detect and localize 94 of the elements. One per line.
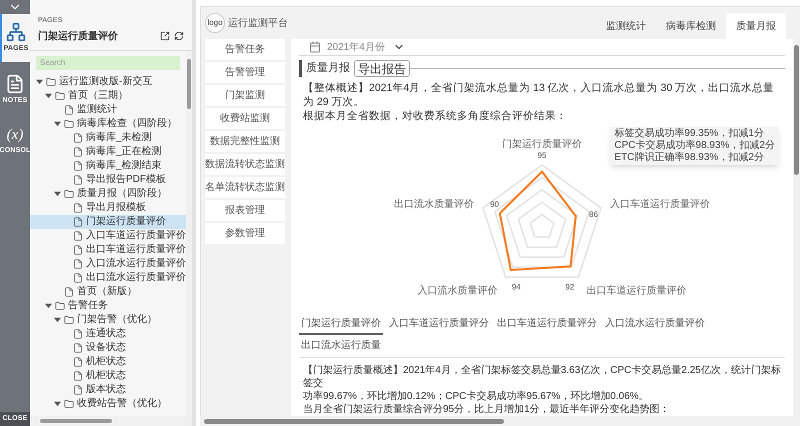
tooltip-line: 标签交易成功率99.35%，扣减1分 <box>614 128 765 140</box>
horizontal-scrollbar[interactable] <box>200 416 800 426</box>
tree-item[interactable]: 质量月报（四阶段） <box>77 186 167 200</box>
axis-label: 出口流水质量评价 <box>394 198 474 210</box>
search-field[interactable]: Search <box>36 56 180 70</box>
page-icon <box>73 356 83 366</box>
axis-label: 入口车道运行质量评价 <box>610 198 710 210</box>
horizontal-scrollbar[interactable] <box>30 416 192 426</box>
page-icon <box>73 160 83 170</box>
page-icon <box>73 230 83 240</box>
nav-tab[interactable]: 质量月报 <box>726 13 786 39</box>
export-button[interactable]: 导出报告 <box>354 60 410 77</box>
axis-label: 门架运行质量评价 <box>502 138 582 150</box>
caret-icon[interactable] <box>54 400 61 407</box>
app-title: 运行监测平台 <box>228 16 288 30</box>
nav-tab[interactable]: 病毒库检测 <box>656 13 726 39</box>
folder-icon <box>64 118 74 128</box>
refresh-icon[interactable] <box>174 31 184 41</box>
page-icon <box>64 104 74 114</box>
folder-icon <box>55 90 65 100</box>
page-icon <box>73 244 83 254</box>
nav-tab[interactable]: 监测统计 <box>596 13 656 39</box>
page-icon <box>73 174 83 184</box>
page-icon <box>73 342 83 352</box>
axis-label: 入口流水质量评价 <box>418 286 498 297</box>
menu-item[interactable]: 收费站监测 <box>205 108 285 129</box>
vertical-scrollbar[interactable] <box>186 50 192 416</box>
panel-title: 门架运行质量评价 <box>38 29 118 44</box>
folder-icon <box>64 398 74 408</box>
page-icon <box>73 384 83 394</box>
detail-text: 当月全省门架运行质量综合评分95分，比上月增加1分，最近半年评分变化趋势图： <box>303 403 671 416</box>
menu-item[interactable]: 门架监测 <box>205 85 285 106</box>
page-icon <box>73 370 83 380</box>
tree-item[interactable]: 门架告警（优化） <box>77 312 157 326</box>
folder-icon <box>55 300 65 310</box>
detail-tab[interactable]: 入口车道运行质量评分 <box>387 313 491 335</box>
caret-icon[interactable] <box>45 92 52 99</box>
page-icon <box>73 132 83 142</box>
caret-icon[interactable] <box>36 78 43 85</box>
folder-icon <box>46 76 56 86</box>
value-label: 86 <box>589 210 598 219</box>
notes-icon <box>5 74 25 94</box>
month-picker[interactable]: 2021年4月份 <box>327 40 385 54</box>
summary-text: 【整体概述】2021年4月，全省门架流水总量为 13 亿次，入口流水总量为 30 万次，出口流水总量为 29 万次。 <box>303 81 776 109</box>
folder-icon <box>64 188 74 198</box>
menu-item[interactable]: 报表管理 <box>205 200 285 221</box>
value-label: 95 <box>538 150 546 160</box>
menu-item[interactable]: 数据流转状态监测 <box>205 154 285 175</box>
axis-label: 出口车道运行质量评价 <box>586 286 686 297</box>
page-icon <box>73 216 83 226</box>
summary-text: 根据本月全省数据，对收费系统多角度综合评价结果： <box>303 109 568 123</box>
page-icon <box>64 286 74 296</box>
detail-text: 【门架运行质量概述】2021年4月，全省门架标签交易总量3.63亿次，CPC卡交易总量2.25亿次，统计门架标签交 <box>303 364 781 390</box>
detail-tab[interactable]: 入口流水运行质量评价 <box>603 313 707 335</box>
tooltip-line: CPC卡交易成功率98.93%，扣减2分 <box>614 140 775 152</box>
page-icon <box>73 258 83 268</box>
tree-item[interactable]: 首页（三期） <box>68 88 128 102</box>
menu-item[interactable]: 数据完整性监测 <box>205 131 285 152</box>
value-label: 90 <box>490 200 499 209</box>
detail-text: 功率99.67%，环比增加0.12%；CPC卡交易成功率95.67%，环比增加0.06%。 <box>303 390 650 403</box>
detail-tab[interactable]: 出口车道运行质量评分 <box>495 313 599 335</box>
folder-icon <box>64 314 74 324</box>
tree-item[interactable]: 门架运行质量评价 <box>30 214 186 228</box>
export-icon[interactable] <box>160 31 170 41</box>
menu-item[interactable]: 告警任务 <box>205 39 285 60</box>
caret-icon[interactable] <box>45 302 52 309</box>
caret-icon[interactable] <box>54 190 61 197</box>
scrollbar-thumb[interactable] <box>794 45 799 175</box>
page-icon <box>73 272 83 282</box>
tree-item[interactable]: 病毒库检查（四阶段） <box>77 116 177 130</box>
sitemap-icon <box>6 22 26 42</box>
tree-item[interactable]: 告警任务 <box>68 298 108 312</box>
logo: logo <box>205 13 225 33</box>
scrollbar-thumb[interactable] <box>187 58 191 108</box>
page-icon <box>73 146 83 156</box>
tree-item[interactable]: 收费站告警（优化） <box>77 396 167 410</box>
calendar-icon <box>309 41 321 53</box>
menu-item[interactable]: 名单流转状态监测 <box>205 177 285 198</box>
page-icon <box>73 328 83 338</box>
variable-glyph: (x) <box>6 126 24 144</box>
scrollbar-thumb[interactable] <box>204 418 504 424</box>
value-label: 94 <box>512 282 521 292</box>
scrollbar-thumb[interactable] <box>40 419 112 423</box>
tooltip-line: ETC牌识正确率98.93%，扣减2分 <box>614 152 765 164</box>
value-label: 92 <box>565 282 574 292</box>
page-icon <box>73 202 83 212</box>
menu-item[interactable]: 告警管理 <box>205 62 285 83</box>
detail-tab[interactable]: 出口流水运行质量 <box>299 335 383 357</box>
section-title: 质量月报 <box>306 61 350 76</box>
menu-item[interactable]: 参数管理 <box>205 223 285 244</box>
detail-tab[interactable]: 门架运行质量评价 <box>299 313 383 335</box>
tree-item[interactable]: 运行监测改版-新交互 <box>59 74 152 88</box>
caret-icon[interactable] <box>54 316 61 323</box>
caret-icon[interactable] <box>54 120 61 127</box>
